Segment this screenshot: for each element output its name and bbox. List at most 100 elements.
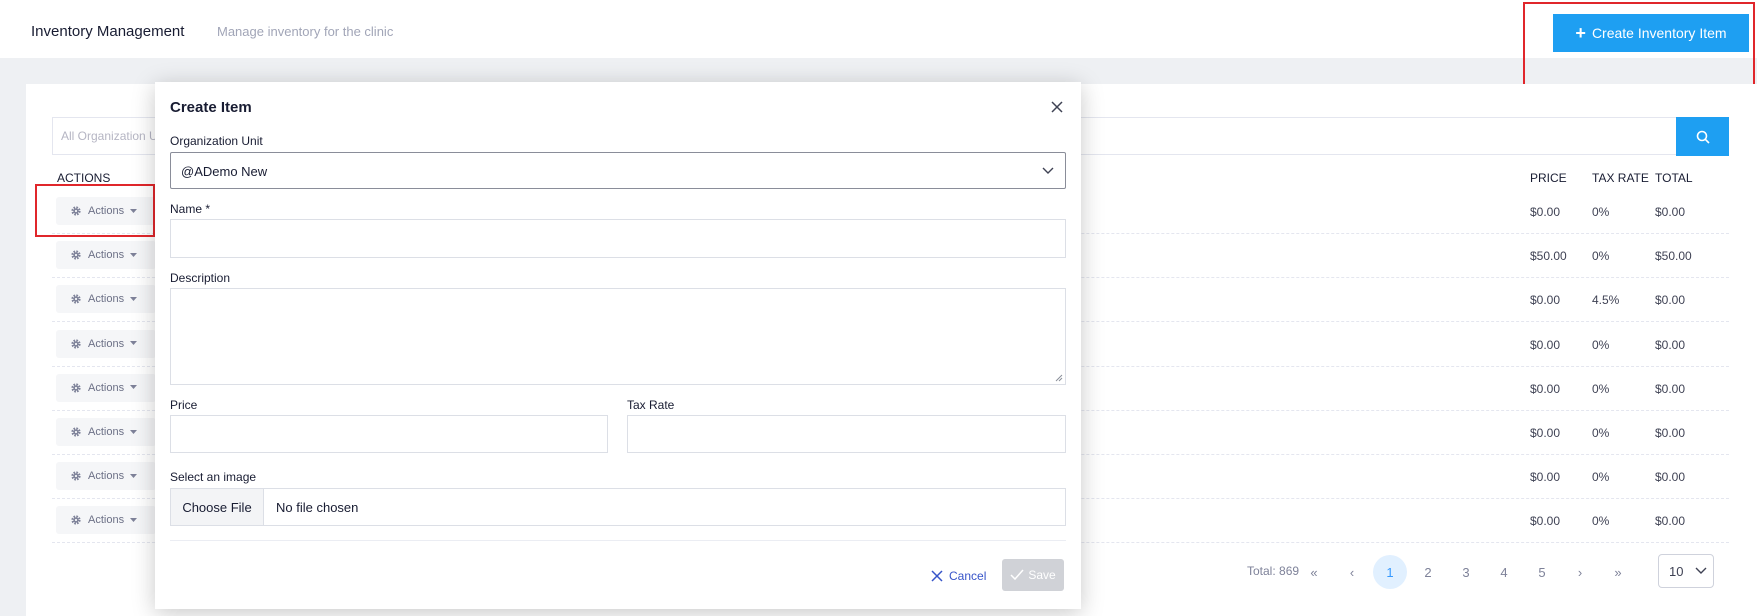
row-actions-label: Actions xyxy=(88,249,125,262)
cell-price: $0.00 xyxy=(1530,426,1561,440)
cell-tax-rate: 0% xyxy=(1592,381,1610,396)
save-button[interactable]: Save xyxy=(1002,559,1064,591)
page-size-value: 10 xyxy=(1669,563,1684,579)
row-actions-button[interactable]: Actions xyxy=(56,241,156,270)
gear-icon xyxy=(71,294,81,304)
org-unit-select[interactable]: @ADemo New xyxy=(170,152,1066,189)
price-label: Price xyxy=(170,398,198,412)
column-header-tax-rate[interactable]: TAX RATE xyxy=(1592,171,1649,185)
cell-total: $0.00 xyxy=(1655,337,1686,352)
cancel-button[interactable]: Cancel xyxy=(931,560,986,592)
page-size-select[interactable]: 10 xyxy=(1658,554,1714,588)
cell-tax-rate: 0% xyxy=(1592,205,1610,219)
row-actions-button[interactable]: Actions xyxy=(56,285,156,314)
cell-total: $0.00 xyxy=(1655,205,1686,219)
page-button-3[interactable]: 3 xyxy=(1449,555,1483,589)
search-input[interactable] xyxy=(1080,117,1676,155)
save-label: Save xyxy=(1028,568,1056,582)
modal-divider xyxy=(170,540,1066,541)
cell-total: $0.00 xyxy=(1655,381,1686,396)
no-file-chosen-text: No file chosen xyxy=(276,499,359,515)
row-actions-label: Actions xyxy=(88,426,125,438)
cell-total: $0.00 xyxy=(1655,293,1686,308)
cell-price: $0.00 xyxy=(1530,205,1561,219)
tax-rate-input[interactable] xyxy=(627,415,1066,453)
cell-tax-rate: 0% xyxy=(1592,470,1610,485)
page-button-1[interactable]: 1 xyxy=(1373,555,1407,589)
highlight-box-create xyxy=(1523,2,1755,90)
cell-tax-rate: 0% xyxy=(1592,249,1610,264)
search-icon xyxy=(1696,130,1710,144)
cell-price: $50.00 xyxy=(1530,249,1567,264)
cell-price: $0.00 xyxy=(1530,470,1561,485)
gear-icon xyxy=(71,515,81,525)
page-button-2[interactable]: 2 xyxy=(1411,555,1445,589)
cell-total: $0.00 xyxy=(1655,470,1686,485)
cell-tax-rate: 4.5% xyxy=(1592,293,1620,308)
cell-tax-rate: 0% xyxy=(1592,337,1610,352)
row-actions-button[interactable]: Actions xyxy=(56,418,156,446)
gear-icon xyxy=(71,338,81,349)
last-page-button[interactable]: » xyxy=(1601,555,1635,589)
org-unit-label: Organization Unit xyxy=(170,134,263,148)
cell-total: $50.00 xyxy=(1655,249,1692,264)
search-button[interactable] xyxy=(1676,117,1729,156)
cell-tax-rate: 0% xyxy=(1592,426,1610,440)
column-header-actions: ACTIONS xyxy=(57,171,111,185)
gear-icon xyxy=(71,383,81,393)
cell-total: $0.00 xyxy=(1655,426,1686,440)
gear-icon xyxy=(71,250,81,260)
column-header-total[interactable]: TOTAL xyxy=(1655,171,1693,185)
description-textarea[interactable] xyxy=(170,288,1066,385)
column-header-price[interactable]: PRICE xyxy=(1530,171,1567,185)
first-page-button[interactable]: « xyxy=(1297,555,1331,589)
next-page-button[interactable]: › xyxy=(1563,555,1597,589)
create-item-modal: Create Item Organization Unit @ADemo New… xyxy=(155,82,1081,609)
caret-down-icon xyxy=(130,429,138,434)
image-file-input[interactable]: Choose File No file chosen xyxy=(170,488,1066,526)
row-actions-label: Actions xyxy=(88,381,125,394)
cell-price: $0.00 xyxy=(1530,514,1561,529)
page-subtitle: Manage inventory for the clinic xyxy=(217,24,394,39)
price-input[interactable] xyxy=(170,415,608,453)
row-actions-button[interactable]: Actions xyxy=(56,506,156,535)
name-input[interactable] xyxy=(170,219,1066,258)
cell-price: $0.00 xyxy=(1530,337,1561,352)
caret-down-icon xyxy=(130,517,138,522)
image-label: Select an image xyxy=(170,470,257,484)
cell-price: $0.00 xyxy=(1530,381,1561,396)
gear-icon xyxy=(71,471,81,481)
page-title: Inventory Management xyxy=(31,23,185,40)
choose-file-button[interactable]: Choose File xyxy=(171,489,264,525)
check-icon xyxy=(1010,569,1024,581)
page-button-4[interactable]: 4 xyxy=(1487,555,1521,589)
close-button[interactable] xyxy=(1047,97,1067,117)
close-icon xyxy=(1051,101,1063,113)
caret-down-icon xyxy=(130,252,138,257)
row-actions-button[interactable]: Actions xyxy=(56,462,156,491)
tax-rate-label: Tax Rate xyxy=(627,398,675,412)
row-actions-label: Actions xyxy=(88,337,125,350)
description-label: Description xyxy=(170,271,231,285)
caret-down-icon xyxy=(130,385,138,390)
chevron-down-icon xyxy=(1042,167,1054,174)
close-icon xyxy=(931,570,943,582)
modal-title: Create Item xyxy=(170,99,252,116)
resize-grip-icon[interactable] xyxy=(1055,374,1063,382)
total-count: Total: 869 xyxy=(1247,564,1300,578)
row-actions-label: Actions xyxy=(88,470,125,483)
page-button-5[interactable]: 5 xyxy=(1525,555,1559,589)
cell-price: $0.00 xyxy=(1530,293,1561,308)
caret-down-icon xyxy=(130,341,138,346)
row-actions-label: Actions xyxy=(88,514,125,527)
prev-page-button[interactable]: ‹ xyxy=(1335,555,1369,589)
cell-tax-rate: 0% xyxy=(1592,514,1610,529)
cancel-label: Cancel xyxy=(949,569,987,583)
cell-total: $0.00 xyxy=(1655,514,1686,529)
highlight-box-actions xyxy=(35,184,155,237)
row-actions-button[interactable]: Actions xyxy=(56,373,156,402)
caret-down-icon xyxy=(130,296,138,301)
gear-icon xyxy=(71,427,81,437)
row-actions-button[interactable]: Actions xyxy=(56,329,156,358)
name-label: Name * xyxy=(170,202,211,216)
